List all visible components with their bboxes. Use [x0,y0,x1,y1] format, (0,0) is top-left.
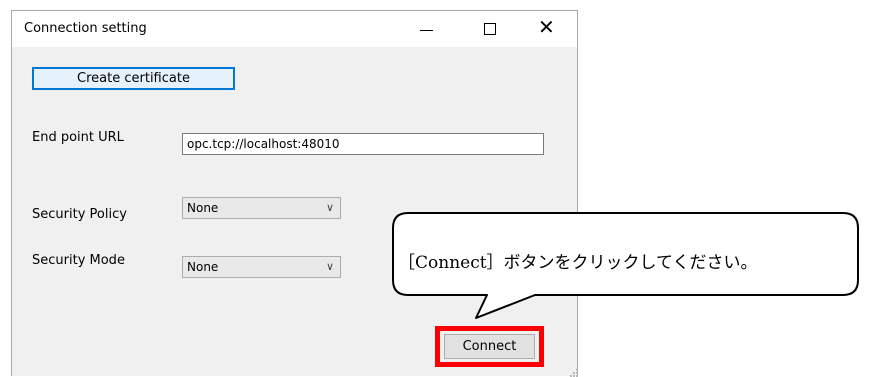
callout-instruction-text: ［Connect］ボタンをクリックしてください。 [398,253,758,273]
callout-bubble [392,212,859,319]
